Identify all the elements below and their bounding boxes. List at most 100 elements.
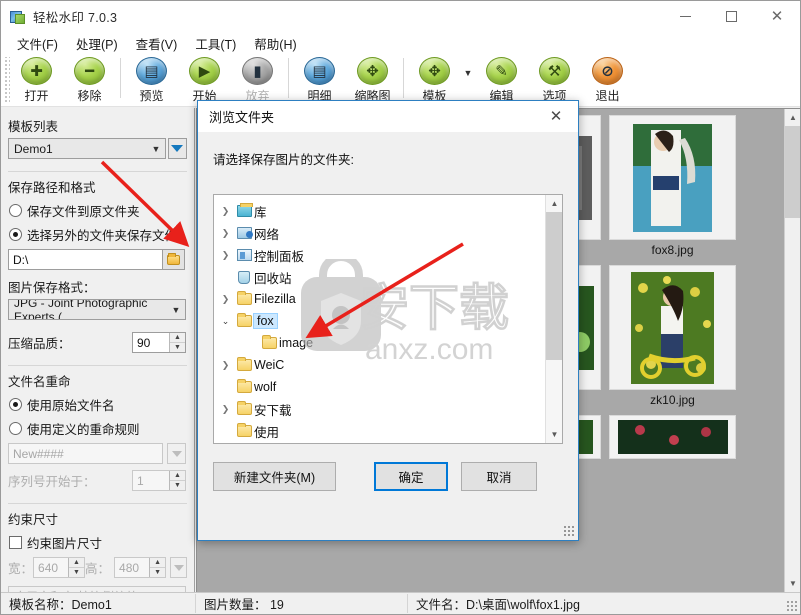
tree-item-filezilla[interactable]: ❯ Filezilla [214, 288, 545, 310]
toolbar-button-thumbnails[interactable]: ✥ 缩略图 [346, 54, 399, 104]
ok-button[interactable]: 确定 [374, 462, 448, 491]
toolbar-button-template[interactable]: ✥ 模板 [408, 54, 461, 104]
template-select[interactable]: Demo1 ▼ [8, 138, 166, 159]
tree-item-wolf[interactable]: wolf [214, 376, 545, 398]
chevron-down-icon[interactable]: ▼ [785, 575, 800, 592]
status-bar: 模板名称：Demo1 图片数量： 19 文件名：D:\桌面\wolf\fox1.… [1, 592, 800, 614]
window-resize-grip[interactable] [786, 600, 798, 612]
rename-pattern-dropdown[interactable] [167, 443, 186, 464]
folder-icon [234, 313, 254, 327]
chevron-down-icon[interactable]: ▼ [546, 426, 562, 443]
toolbar-grip[interactable] [3, 57, 10, 103]
tree-item-weic[interactable]: ❯ WeiC [214, 354, 545, 376]
menu-help[interactable]: 帮助(H) [245, 32, 305, 55]
image-format-select[interactable]: JPG - Joint Photographic Experts ( ▼ [8, 299, 186, 320]
sequence-stepper[interactable]: 1 ▲ ▼ [132, 470, 186, 491]
checkbox-constrain-size[interactable]: 约束图片尺寸 [9, 533, 187, 552]
chevron-up-icon[interactable]: ▲ [546, 195, 562, 212]
chevron-down-icon[interactable]: ⌄ [217, 316, 234, 327]
minimize-button[interactable] [662, 1, 708, 32]
stepper-down-icon[interactable]: ▼ [170, 481, 185, 490]
thumbnail-item[interactable]: fox8.jpg [608, 115, 737, 263]
stepper-up-icon[interactable]: ▲ [69, 558, 85, 568]
tree-item-recycle-bin[interactable]: 回收站 [214, 266, 545, 288]
toolbar-button-details[interactable]: ▤ 明细 [293, 54, 346, 104]
toolbar-button-exit[interactable]: ⊘ 退出 [581, 54, 634, 104]
stepper-up-icon[interactable]: ▲ [150, 558, 166, 568]
tree-item-anxiazai[interactable]: ❯ 安下载 [214, 398, 545, 420]
thumbnail-item[interactable]: zk10.jpg [608, 265, 737, 413]
stepper-arrows[interactable]: ▲ ▼ [169, 333, 185, 352]
toolbar-button-open[interactable]: ✚ 打开 [10, 54, 63, 104]
menu-process[interactable]: 处理(P) [67, 32, 127, 55]
tree-item-library[interactable]: ❯ 库 [214, 200, 545, 222]
control-panel-icon [234, 249, 254, 261]
stepper-arrows[interactable]: ▲ ▼ [68, 558, 85, 577]
triangle-down-icon [171, 450, 182, 457]
close-button[interactable]: ✕ [754, 1, 800, 32]
tree-item-fox[interactable]: ⌄ fox [214, 310, 545, 332]
browse-folder-button[interactable] [163, 249, 185, 270]
menu-tools[interactable]: 工具(T) [186, 32, 245, 55]
stepper-up-icon[interactable]: ▲ [170, 471, 185, 481]
folder-icon [234, 401, 254, 415]
application-window: 轻松水印 7.0.3 ✕ 文件(F) 处理(P) 查看(V) 工具(T) 帮助(… [0, 0, 801, 615]
chevron-right-icon[interactable]: ❯ [217, 206, 234, 217]
stepper-arrows[interactable]: ▲ ▼ [149, 558, 166, 577]
rename-pattern-input[interactable]: New#### [8, 443, 163, 464]
folder-tree[interactable]: ❯ 库 ❯ 网络 ❯ 控制面板 回收站 ❯ Filezilla ⌄ fox im… [213, 194, 563, 444]
radio-use-original-name[interactable]: 使用原始文件名 [9, 395, 187, 414]
chevron-right-icon[interactable]: ❯ [217, 294, 234, 305]
new-folder-button[interactable]: 新建文件夹(M) [213, 462, 336, 491]
tree-item-shipin[interactable]: 视频 [214, 442, 545, 443]
stepper-up-icon[interactable]: ▲ [170, 333, 185, 343]
save-path-input[interactable]: D:\ [8, 249, 163, 270]
stepper-down-icon[interactable]: ▼ [69, 568, 84, 577]
toolbar-button-options[interactable]: ⚒ 选项 [528, 54, 581, 104]
maximize-button[interactable] [708, 1, 754, 32]
rename-title: 文件名重命 [8, 375, 71, 389]
stepper-arrows[interactable]: ▲ ▼ [169, 471, 185, 490]
tree-item-shiyong[interactable]: 使用 [214, 420, 545, 442]
scrollbar-thumb[interactable] [546, 212, 562, 360]
folder-tree-scrollbar[interactable]: ▲ ▼ [545, 195, 562, 443]
chevron-up-icon[interactable]: ▲ [785, 109, 800, 126]
chevron-right-icon[interactable]: ❯ [217, 228, 234, 239]
tree-item-network[interactable]: ❯ 网络 [214, 222, 545, 244]
radio-save-original-folder[interactable]: 保存文件到原文件夹 [9, 201, 187, 220]
toolbar-button-edit[interactable]: ✎ 编辑 [475, 54, 528, 104]
dimension-preset-dropdown[interactable] [170, 557, 187, 578]
checkbox-icon [9, 536, 22, 549]
scrollbar-thumb[interactable] [785, 126, 800, 218]
tree-item-control-panel[interactable]: ❯ 控制面板 [214, 244, 545, 266]
width-stepper[interactable]: 640 ▲ ▼ [33, 557, 86, 578]
toolbar-button-preview[interactable]: ▤ 预览 [125, 54, 178, 104]
thumbnail-scrollbar[interactable]: ▲ ▼ [784, 109, 800, 592]
library-icon [234, 203, 254, 217]
toolbar-button-remove[interactable]: ━ 移除 [63, 54, 116, 104]
radio-save-other-folder[interactable]: 选择另外的文件夹保存文件 [9, 225, 187, 244]
tree-item-image[interactable]: image [214, 332, 545, 354]
radio-icon [9, 204, 22, 217]
cancel-button[interactable]: 取消 [461, 462, 537, 491]
thumbnails-grid-icon: ✥ [357, 57, 388, 85]
chevron-right-icon[interactable]: ❯ [217, 404, 234, 415]
stepper-down-icon[interactable]: ▼ [170, 343, 185, 352]
radio-use-custom-rule[interactable]: 使用定义的重命规则 [9, 419, 187, 438]
close-icon[interactable]: ✕ [534, 101, 578, 131]
menu-file[interactable]: 文件(F) [8, 32, 67, 55]
dialog-resize-grip[interactable] [563, 525, 574, 536]
menu-view[interactable]: 查看(V) [127, 32, 187, 55]
dialog-title: 浏览文件夹 [209, 110, 275, 125]
thumbnail-item[interactable] [608, 415, 737, 563]
chevron-right-icon[interactable]: ❯ [217, 250, 234, 261]
template-dropdown-caret-icon[interactable]: ▼ [461, 54, 475, 104]
quality-stepper[interactable]: 90 ▲ ▼ [132, 332, 186, 353]
window-controls: ✕ [662, 1, 800, 32]
stepper-down-icon[interactable]: ▼ [150, 568, 165, 577]
chevron-right-icon[interactable]: ❯ [217, 360, 234, 371]
height-stepper[interactable]: 480 ▲ ▼ [114, 557, 167, 578]
sequence-label: 序列号开始于： [8, 475, 96, 489]
template-apply-dropdown[interactable] [167, 138, 187, 159]
toolbar-button-start[interactable]: ▶ 开始 [178, 54, 231, 104]
